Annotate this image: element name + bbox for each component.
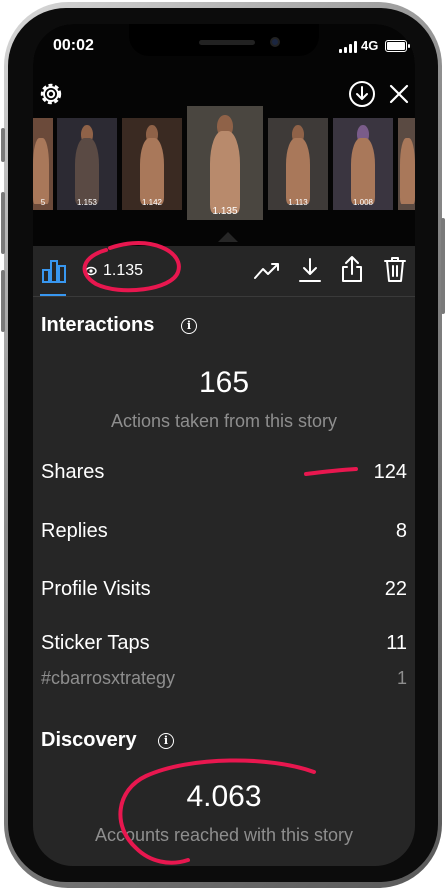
story-thumbnail-selected[interactable]: 1.135	[187, 106, 263, 220]
interactions-total: 165	[198, 366, 250, 399]
story-thumbnail[interactable]: 1.113	[268, 118, 328, 210]
speaker	[199, 40, 255, 45]
close-icon[interactable]	[387, 82, 411, 106]
discovery-total: 4.063	[186, 780, 262, 813]
discovery-subtitle: Accounts reached with this story	[94, 825, 354, 845]
volume-up-button	[1, 192, 5, 254]
front-camera	[270, 37, 280, 47]
row-label-hashtag[interactable]: #cbarrosxtrategy	[41, 668, 175, 689]
discovery-title: Discovery	[41, 729, 137, 751]
story-thumbnail[interactable]: 1.142	[122, 118, 182, 210]
network-type: 4G	[361, 38, 379, 53]
volume-down-button	[1, 270, 5, 332]
download-circle-icon[interactable]	[347, 79, 377, 109]
status-time: 00:02	[53, 37, 94, 54]
signal-icon	[339, 41, 357, 53]
row-label-replies: Replies	[41, 520, 108, 542]
story-thumbnail[interactable]: 5	[33, 118, 53, 210]
battery-icon	[385, 40, 410, 52]
power-button	[441, 218, 445, 314]
bar-chart-icon[interactable]	[41, 258, 67, 284]
trending-icon[interactable]	[253, 258, 281, 284]
row-label-sticker-taps: Sticker Taps	[41, 632, 150, 654]
row-value-sticker-taps: 11	[386, 632, 407, 654]
row-value-profile-visits: 22	[384, 578, 407, 600]
views-count: 1.135	[103, 262, 144, 279]
gear-icon[interactable]	[37, 80, 65, 108]
row-label-profile-visits: Profile Visits	[41, 578, 151, 600]
selected-story-pointer	[218, 232, 238, 242]
interactions-title: Interactions	[41, 314, 155, 336]
story-thumbnail[interactable]	[398, 118, 415, 210]
insights-toolbar: 1.135	[33, 246, 415, 296]
share-icon[interactable]	[339, 254, 365, 284]
info-icon[interactable]: i	[158, 733, 174, 749]
story-thumbnail[interactable]: 1.153	[57, 118, 117, 210]
row-label-shares: Shares	[41, 461, 105, 483]
row-value-replies: 8	[395, 520, 407, 542]
row-value-shares: 124	[373, 461, 407, 483]
info-icon[interactable]: i	[181, 318, 197, 334]
screen: 00:02 4G 5 1.153 1.142 1.135 1.113 1.008…	[33, 24, 415, 866]
story-thumbnail[interactable]: 1.008	[333, 118, 393, 210]
trash-icon[interactable]	[383, 255, 407, 283]
row-value-hashtag: 1	[396, 668, 407, 688]
story-thumbnail-strip[interactable]: 5 1.153 1.142 1.135 1.113 1.008	[33, 106, 415, 224]
eye-icon	[85, 266, 97, 276]
download-icon[interactable]	[297, 256, 323, 284]
mute-switch	[1, 128, 5, 162]
interactions-subtitle: Actions taken from this story	[110, 411, 338, 431]
toolbar-divider	[33, 296, 415, 297]
